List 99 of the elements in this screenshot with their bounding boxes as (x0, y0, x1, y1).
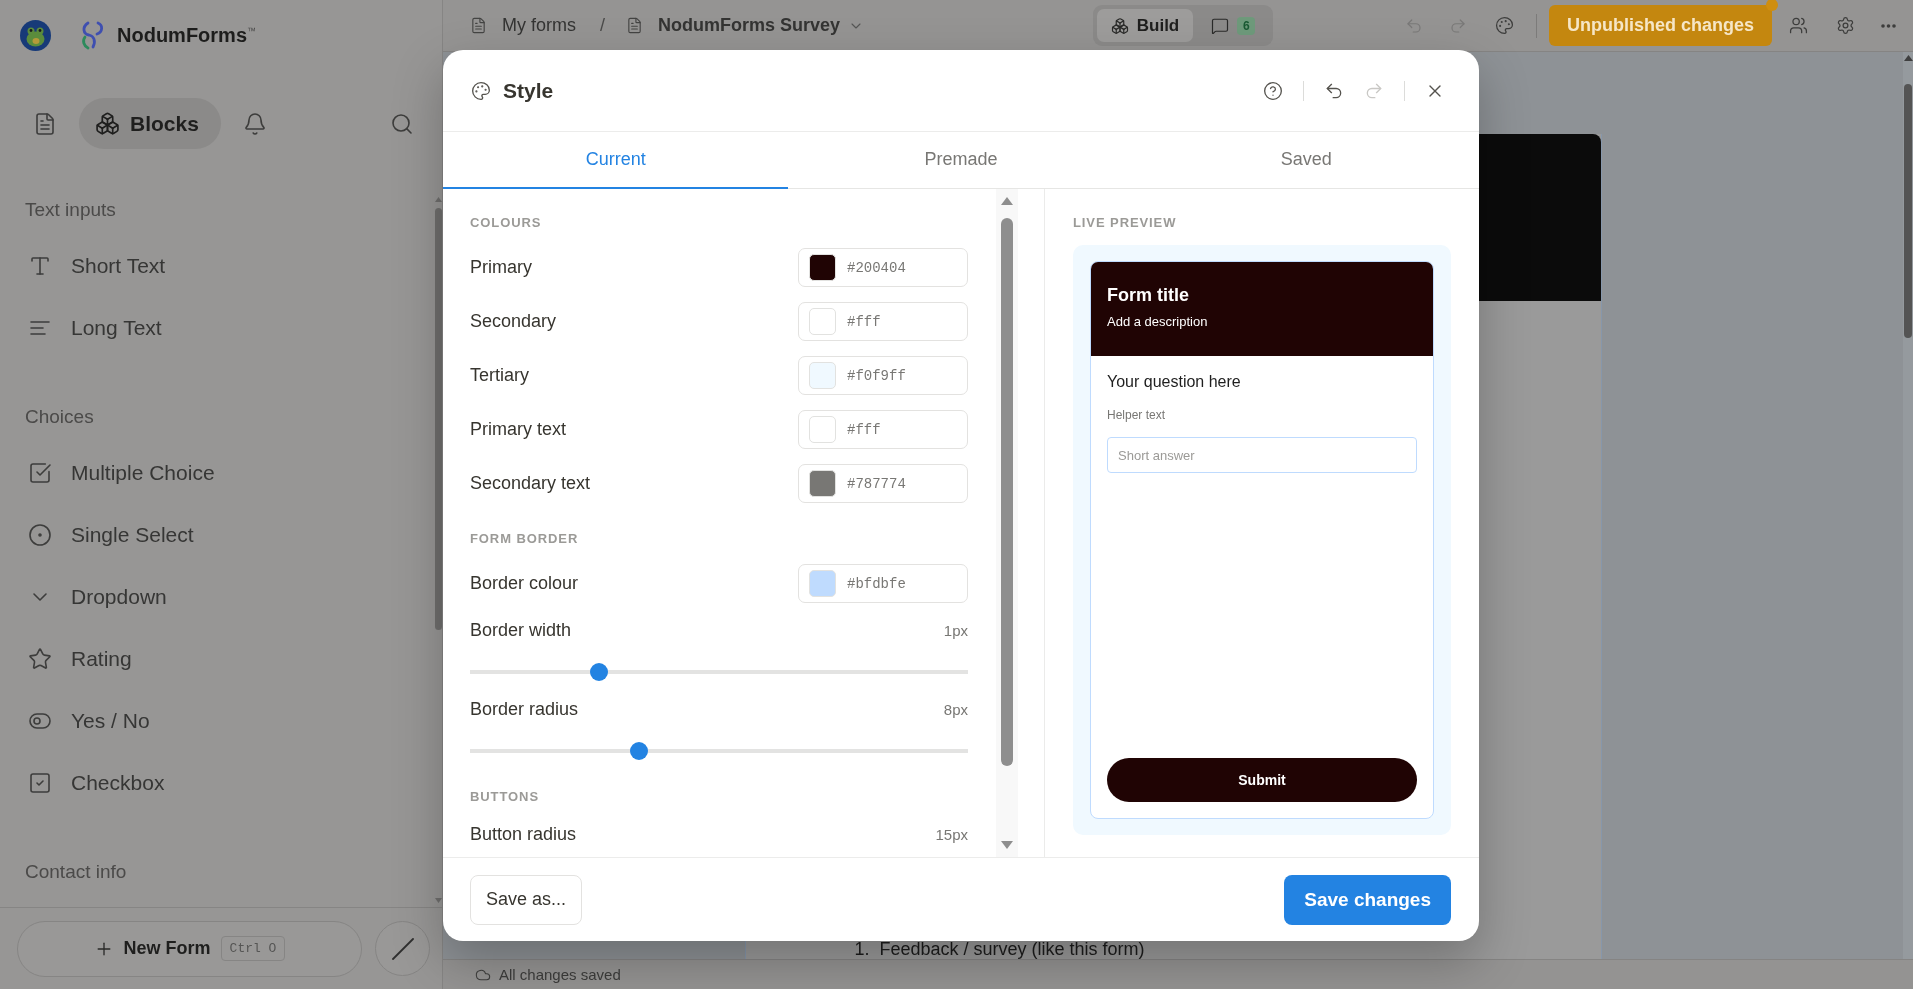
section-heading: COLOURS (470, 214, 542, 232)
block-item[interactable]: Long Text (25, 297, 170, 359)
checked-box-icon (28, 461, 52, 485)
color-field[interactable]: #f0f9ff (798, 356, 968, 395)
preview-question: Your question here (1107, 372, 1241, 392)
setting-label: Primary text (470, 419, 566, 440)
setting-label: Secondary (470, 311, 557, 332)
people-button[interactable] (1789, 16, 1808, 35)
breadcrumb-link[interactable]: My forms (470, 15, 576, 36)
save-changes-button[interactable]: Save changes (1284, 874, 1451, 925)
people-icon (1789, 16, 1808, 35)
palette-icon (471, 80, 491, 101)
notification-dot-icon (1766, 0, 1778, 11)
new-form-button[interactable]: New Form Ctrl O (17, 920, 362, 977)
block-item[interactable]: Short Text (25, 235, 174, 297)
style-tab[interactable]: Current (443, 132, 789, 189)
block-item[interactable]: Multiple Choice (25, 442, 223, 504)
help-icon (1263, 80, 1283, 101)
count-badge: 6 (1237, 16, 1256, 35)
color-field[interactable]: #200404 (798, 248, 968, 287)
value-reading: 1px (943, 621, 968, 639)
document-icon (626, 17, 643, 34)
color-field[interactable]: #787774 (798, 464, 968, 503)
scrollbar-thumb[interactable] (1904, 84, 1912, 338)
list-number: 1. (854, 940, 870, 958)
scrollbar-thumb[interactable] (435, 208, 442, 630)
text-icon (28, 254, 52, 278)
preview-form-title: Form title (1107, 284, 1189, 306)
frog-avatar-icon (20, 19, 51, 51)
block-item[interactable]: Dropdown (25, 566, 175, 628)
blocks-icon (95, 111, 120, 136)
section-title: Text inputs (25, 198, 116, 222)
document-icon (470, 17, 487, 34)
section-heading: FORM BORDER (470, 530, 579, 548)
section-heading: BUTTONS (470, 788, 539, 806)
dialog-title: Style (503, 78, 554, 103)
scroll-down-icon[interactable] (1001, 841, 1013, 849)
setting-label: Border colour (470, 573, 579, 594)
build-tab[interactable]: Build (1096, 9, 1194, 42)
answer-field[interactable]: Short answer (1107, 437, 1417, 473)
style-tab[interactable]: Premade (788, 132, 1134, 189)
setting-label: Primary (470, 257, 532, 278)
publish-button[interactable]: Unpublished changes (1548, 5, 1772, 46)
redo-icon (1448, 16, 1467, 35)
value-reading: 8px (943, 700, 968, 718)
document-icon (33, 111, 57, 136)
form-title-dropdown[interactable]: NodumForms Survey (626, 15, 865, 36)
scroll-up-icon[interactable] (1001, 197, 1013, 205)
star-icon (28, 647, 52, 671)
comment-icon (1211, 16, 1230, 35)
color-field[interactable]: #fff (798, 302, 968, 341)
block-item[interactable]: Checkbox (25, 752, 173, 814)
preview-helper-text: Helper text (1107, 407, 1166, 423)
save-as-button[interactable]: Save as... (470, 874, 583, 925)
value-reading: 15px (935, 825, 968, 843)
setting-label: Border width (470, 619, 572, 641)
slider-thumb[interactable] (630, 742, 649, 760)
color-field[interactable]: #bfdbfe (798, 564, 968, 603)
block-item[interactable]: Rating (25, 628, 140, 690)
more-button[interactable] (1881, 23, 1896, 28)
checkbox-icon (28, 771, 52, 795)
more-icon (1881, 23, 1896, 28)
setting-label: Border radius (470, 698, 579, 720)
scroll-up-icon[interactable] (435, 197, 442, 202)
style-tab[interactable]: Saved (1133, 132, 1479, 189)
style-button[interactable] (1494, 16, 1514, 35)
block-item[interactable]: Single Select (25, 504, 202, 566)
setting-label: Button radius (470, 823, 577, 845)
undo-icon (1404, 16, 1423, 35)
section-title: Contact info (25, 860, 127, 884)
diagonal-line-icon (391, 937, 414, 960)
search-icon (390, 111, 414, 136)
scroll-down-icon[interactable] (435, 898, 442, 903)
color-field[interactable]: #fff (798, 410, 968, 449)
scroll-up-icon[interactable] (1903, 55, 1913, 61)
scrollbar-thumb[interactable] (1001, 218, 1013, 766)
radio-icon (28, 523, 52, 547)
breadcrumb-separator: / (600, 15, 605, 36)
section-title: Choices (25, 405, 94, 429)
palette-icon (1494, 16, 1514, 35)
slider-thumb[interactable] (590, 663, 609, 681)
logo-icon (79, 20, 106, 50)
status-text: All changes saved (499, 966, 621, 983)
block-item[interactable]: Yes / No (25, 690, 158, 752)
settings-icon (1836, 16, 1855, 35)
comments-tab[interactable]: 6 (1197, 9, 1270, 42)
setting-label: Tertiary (470, 365, 529, 386)
section-heading: LIVE PREVIEW (1073, 214, 1177, 232)
preview-form-description: Add a description (1107, 314, 1208, 330)
help-button[interactable] (1263, 80, 1283, 101)
blocks-tab[interactable]: Blocks (79, 98, 221, 149)
blocks-icon (1110, 16, 1129, 35)
setting-label: Secondary text (470, 473, 591, 494)
list-item-text: Feedback / survey (like this form) (879, 940, 1145, 958)
brand-name: NodumForms$^{™}$ (117, 23, 256, 47)
settings-button[interactable] (1836, 16, 1855, 35)
submit-button[interactable]: Submit (1107, 758, 1417, 802)
shortcut-key: Ctrl O (220, 936, 286, 961)
bell-icon (242, 111, 267, 136)
